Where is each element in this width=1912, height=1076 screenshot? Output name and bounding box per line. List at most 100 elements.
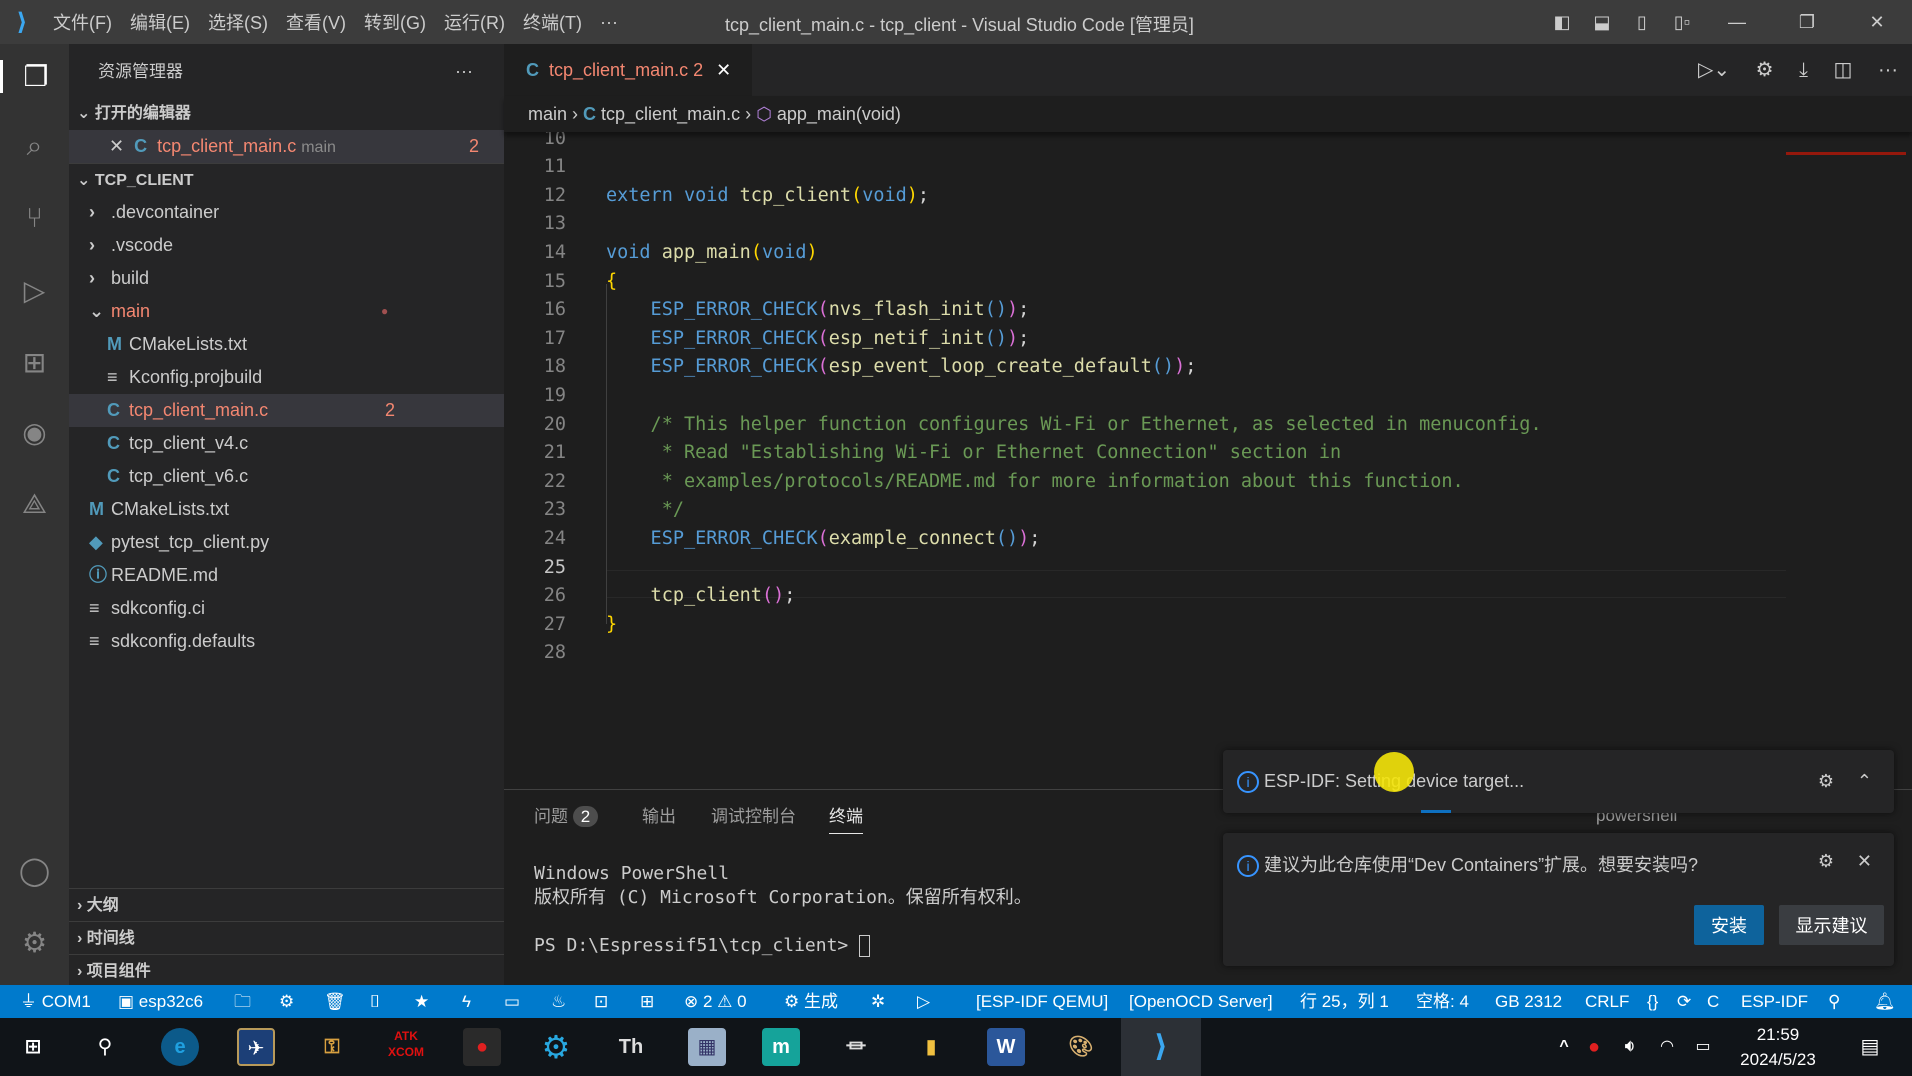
split-editor-icon[interactable]: ◫ [1824,59,1863,81]
manage-gear-icon[interactable]: ⚙ [0,926,69,959]
menu-view[interactable]: 查看(V) [277,9,355,35]
menu-selection[interactable]: 选择(S) [199,9,277,35]
usb-tool-icon[interactable]: ⏛ [837,1028,875,1066]
battery-icon[interactable]: ▭ [1684,1028,1722,1066]
terminal-output[interactable]: Windows PowerShell 版权所有 (C) Microsoft Cor… [534,862,1032,958]
tree-item[interactable]: › .vscode [69,229,504,262]
status-port[interactable]: ⏚ COM1 [20,985,91,1018]
close-notification-icon[interactable]: ✕ [1857,851,1872,872]
code-line[interactable]: 28 [504,639,1784,667]
status-braces[interactable]: {} [1647,985,1658,1018]
status-language[interactable]: C [1707,985,1719,1018]
full-clean-trash-icon[interactable]: 🗑 [324,985,346,1018]
tree-item[interactable]: ⓘ README.md [69,559,504,592]
menu-edit[interactable]: 编辑(E) [121,9,199,35]
tray-recorder-icon[interactable]: ● [1575,1028,1613,1066]
app-icon-m[interactable]: m [762,1028,800,1066]
search-icon[interactable]: ⚲ [86,1028,124,1066]
tree-item[interactable]: M CMakeLists.txt [69,493,504,526]
notifications-bell-icon[interactable]: 🔔︎ [1874,985,1896,1018]
section-outline[interactable]: › 大纲 [69,888,504,921]
code-line[interactable]: 18 ESP_ERROR_CHECK(esp_event_loop_create… [504,353,1784,381]
notification-progress[interactable]: i ESP-IDF: Setting device target... ⚙ ⌃ [1223,750,1894,813]
flash-icon[interactable]: ϟ [462,985,471,1018]
edge-browser-icon[interactable]: e [161,1028,199,1066]
install-button[interactable]: 安装 [1694,905,1764,945]
sync-icon[interactable]: ⟳ [1677,985,1691,1018]
minimize-button[interactable]: — [1702,12,1772,33]
tree-item[interactable]: ⌄ main ● [69,295,504,328]
menu-more[interactable]: ··· [591,12,627,33]
close-window-button[interactable]: ✕ [1842,12,1912,33]
notification-settings-icon[interactable]: ⚙ [1818,750,1834,813]
code-line[interactable]: 25 [504,554,1784,582]
tree-item[interactable]: Ctcp_client_v4.c [69,427,504,460]
run-debug-dropdown-icon[interactable]: ▷⌄ [1688,59,1740,81]
code-line[interactable]: 11 [504,153,1784,181]
close-tab-icon[interactable]: ✕ [716,60,731,80]
tab-tcp-client-main[interactable]: C tcp_client_main.c 2 ✕ [504,44,752,96]
collapse-chevron-icon[interactable]: ⌃ [1857,750,1872,813]
tree-item[interactable]: › build [69,262,504,295]
more-actions-icon[interactable]: ··· [1868,59,1912,81]
source-control-icon[interactable]: ⑂ [0,202,69,234]
explorer-icon[interactable]: ❐ [0,60,69,93]
code-line[interactable]: 20 /* This helper function configures Wi… [504,411,1784,439]
code-line[interactable]: 24 ESP_ERROR_CHECK(example_connect()); [504,525,1784,553]
toggle-secondary-sidebar-icon[interactable]: ▯ [1622,12,1662,33]
code-line[interactable]: 15 { [504,268,1784,296]
restore-button[interactable]: ❐ [1772,12,1842,33]
run-debug-icon[interactable]: ▷ [0,274,69,307]
cylinder-icon[interactable]: ⌷ [370,985,380,1018]
paint-icon[interactable]: 🎨︎ [1062,1028,1100,1066]
code-line[interactable]: 23 */ [504,496,1784,524]
status-problems[interactable]: ⊗ 2 ⚠ 0 [684,985,747,1018]
code-editor[interactable]: 9#include "esp_event.h"101112extern void… [504,96,1912,789]
menu-file[interactable]: 文件(F) [44,9,121,35]
debug-bug-icon[interactable]: ✲ [871,985,885,1018]
star-icon[interactable]: ★ [414,985,429,1018]
flash-download-icon[interactable]: ⤓ [1789,59,1818,81]
section-project-components[interactable]: › 项目组件 [69,954,504,987]
tree-item[interactable]: Ctcp_client_main.c 2 [69,394,504,427]
extensions-icon[interactable]: ⊞ [0,346,69,379]
menu-run[interactable]: 运行(R) [435,9,514,35]
status-spaces[interactable]: 空格: 4 [1416,985,1469,1018]
section-timeline[interactable]: › 时间线 [69,921,504,954]
open-editors-header[interactable]: ⌄ 打开的编辑器 [69,97,504,130]
tab-output[interactable]: 输出 [642,802,676,827]
settings-app-icon[interactable]: ⚙ [537,1028,575,1066]
tree-item[interactable]: ≡ Kconfig.projbuild [69,361,504,394]
show-recommendations-button[interactable]: 显示建议 [1779,905,1884,945]
tree-item[interactable]: ◆ pytest_tcp_client.py [69,526,504,559]
code-line[interactable]: 27} [504,611,1784,639]
menu-go[interactable]: 转到(G) [355,9,435,35]
status-build[interactable]: ⚙ 生成 [784,985,838,1018]
tree-item[interactable]: ≡ sdkconfig.defaults [69,625,504,658]
tree-item[interactable]: M CMakeLists.txt [69,328,504,361]
breadcrumb-symbol[interactable]: app_main(void) [777,104,901,124]
code-line[interactable]: 22 * examples/protocols/README.md for mo… [504,468,1784,496]
status-openocd[interactable]: [OpenOCD Server] [1129,985,1273,1018]
project-header[interactable]: ⌄ TCP_CLIENT [69,163,504,196]
feedback-icon[interactable]: ⚲ [1828,985,1840,1018]
tab-problems[interactable]: 问题 2 [534,802,599,827]
run-play-icon[interactable]: ▷ [917,985,930,1018]
esp-idf-icon[interactable]: ◉ [0,416,69,449]
calculator-icon[interactable]: ▦ [688,1028,726,1066]
status-position[interactable]: 行 25，列 1 [1300,985,1389,1018]
tab-terminal[interactable]: 终端 [829,802,863,834]
menuconfig-gear-icon[interactable]: ⚙ [279,985,294,1018]
status-esp-idf[interactable]: ESP-IDF [1741,985,1808,1018]
flame-icon[interactable]: ♨ [551,985,566,1018]
toggle-sidebar-icon[interactable]: ◧ [1542,12,1582,33]
tree-item[interactable]: ≡ sdkconfig.ci [69,592,504,625]
monitor-icon[interactable]: ▭ [504,985,520,1018]
action-center-icon[interactable]: ▤ [1851,1028,1889,1066]
atk-xcom-icon[interactable]: ATK XCOM [387,1028,425,1066]
sdkconfig-icon[interactable]: 🗀 [234,985,251,1018]
account-icon[interactable]: ◯ [0,854,69,887]
build-flash-monitor-icon[interactable]: ⊞ [640,985,654,1018]
status-qemu[interactable]: [ESP-IDF QEMU] [976,985,1108,1018]
open-editor-item[interactable]: ✕ C tcp_client_main.c main 2 [69,130,504,163]
